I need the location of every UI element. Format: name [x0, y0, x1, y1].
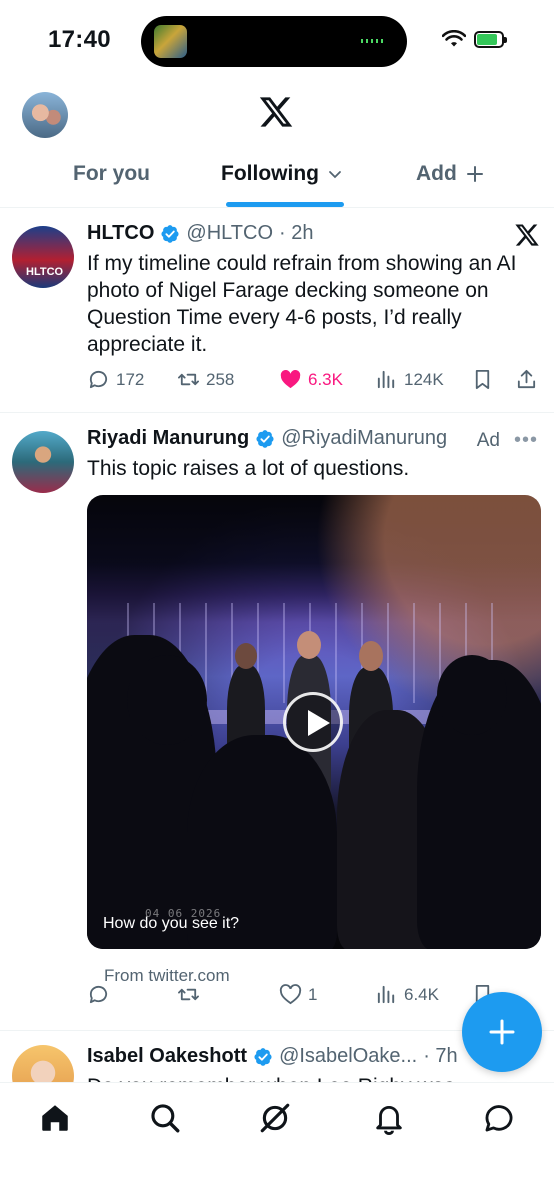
repost-button[interactable] — [177, 983, 206, 1006]
status-icons — [442, 30, 507, 48]
tweet-actions: 172 258 6.3K 124K — [87, 368, 543, 398]
repost-count: 258 — [206, 369, 235, 389]
repost-button[interactable]: 258 — [177, 368, 234, 391]
timeline-tabs: For you Following Add — [0, 150, 554, 208]
verified-badge-icon — [161, 224, 179, 243]
repost-icon — [178, 988, 199, 1001]
analytics-icon — [377, 370, 395, 389]
avatar-text: HLTCO — [26, 266, 64, 278]
status-time: 17:40 — [48, 26, 111, 53]
heart-icon — [279, 984, 302, 1005]
tweet-ad[interactable]: Riyadi Manurung @RiyadiManurung Ad ••• T… — [0, 413, 554, 1031]
avatar[interactable]: HLTCO — [12, 226, 74, 288]
tweet-text: This topic raises a lot of questions. — [87, 457, 410, 480]
share-icon — [517, 369, 536, 389]
plus-icon — [489, 1019, 515, 1045]
avatar[interactable] — [12, 1045, 74, 1082]
chevron-down-icon — [329, 171, 341, 179]
tab-for-you[interactable]: For you — [73, 162, 150, 186]
like-count: 1 — [308, 984, 318, 1004]
avatar[interactable] — [12, 431, 74, 493]
messages-icon[interactable] — [482, 1101, 516, 1135]
wifi-icon — [442, 30, 466, 47]
tab-label: For you — [73, 162, 150, 185]
bookmark-icon — [475, 369, 490, 390]
reply-button[interactable] — [87, 983, 116, 1006]
author-handle[interactable]: @RiyadiManurung — [281, 427, 447, 450]
author-name[interactable]: Riyadi Manurung — [87, 427, 249, 450]
play-icon — [308, 710, 330, 736]
more-options-icon[interactable]: ••• — [514, 429, 538, 452]
dynamic-island[interactable] — [141, 16, 407, 67]
tab-add[interactable]: Add — [416, 162, 485, 186]
author-handle[interactable]: @IsabelOake... — [279, 1045, 417, 1068]
reply-button[interactable]: 172 — [87, 368, 144, 391]
status-bar: 17:40 — [0, 0, 554, 80]
bookmark-button[interactable] — [471, 368, 494, 391]
tweet-header: Riyadi Manurung @RiyadiManurung — [87, 427, 447, 450]
video-media[interactable]: 04 06 2026 How do you see it? — [87, 495, 541, 949]
notifications-icon[interactable] — [372, 1101, 406, 1135]
tab-label: Following — [221, 162, 319, 185]
compose-button[interactable] — [462, 992, 542, 1072]
reply-icon — [89, 370, 108, 389]
repost-icon — [178, 373, 199, 386]
view-count: 6.4K — [404, 984, 439, 1004]
views-button[interactable]: 124K — [375, 368, 444, 391]
plus-icon — [466, 166, 483, 182]
tweet-text: Do you remember when Lee Rigby was — [87, 1073, 517, 1082]
tab-following[interactable]: Following — [221, 162, 343, 186]
tweet-header: Isabel Oakeshott @IsabelOake... · 7h — [87, 1045, 458, 1068]
ad-label: Ad — [476, 429, 500, 451]
share-button[interactable] — [515, 368, 538, 391]
x-logo-icon — [515, 224, 539, 246]
author-name[interactable]: HLTCO — [87, 222, 154, 245]
grok-icon[interactable] — [258, 1101, 292, 1135]
tweet-time: · 7h — [423, 1045, 458, 1067]
tweet-text: If my timeline could refrain from showin… — [87, 252, 517, 356]
view-count: 124K — [404, 369, 444, 389]
reply-count: 172 — [116, 369, 145, 389]
reply-icon — [89, 985, 108, 1004]
ad-label-group: Ad ••• — [477, 429, 538, 452]
active-tab-indicator — [226, 202, 344, 207]
author-handle[interactable]: @HLTCO — [186, 222, 273, 245]
x-logo-icon[interactable] — [258, 94, 294, 130]
tweet[interactable]: HLTCO HLTCO @HLTCO · 2h If my timeline c… — [0, 208, 554, 413]
tweet-time: · 2h — [279, 222, 314, 244]
author-name[interactable]: Isabel Oakeshott — [87, 1045, 247, 1068]
like-button[interactable]: 1 — [279, 983, 317, 1006]
analytics-icon — [377, 985, 395, 1004]
battery-level — [477, 33, 498, 45]
views-button[interactable]: 6.4K — [375, 983, 439, 1006]
like-button[interactable]: 6.3K — [279, 368, 343, 391]
verified-badge-icon — [254, 1047, 272, 1066]
audio-waveform-icon — [361, 39, 383, 43]
home-icon[interactable] — [38, 1101, 72, 1135]
now-playing-artwork — [154, 25, 187, 58]
play-button[interactable] — [283, 692, 343, 752]
like-count: 6.3K — [308, 369, 343, 389]
search-icon[interactable] — [148, 1101, 182, 1135]
verified-badge-icon — [256, 429, 274, 448]
battery-charging-icon — [474, 30, 507, 48]
tab-label: Add — [416, 162, 457, 185]
profile-avatar[interactable] — [22, 92, 68, 138]
bottom-nav — [0, 1082, 554, 1200]
tweet-header: HLTCO @HLTCO · 2h — [87, 222, 313, 245]
video-caption: How do you see it? — [103, 915, 240, 932]
heart-filled-icon — [280, 370, 301, 389]
